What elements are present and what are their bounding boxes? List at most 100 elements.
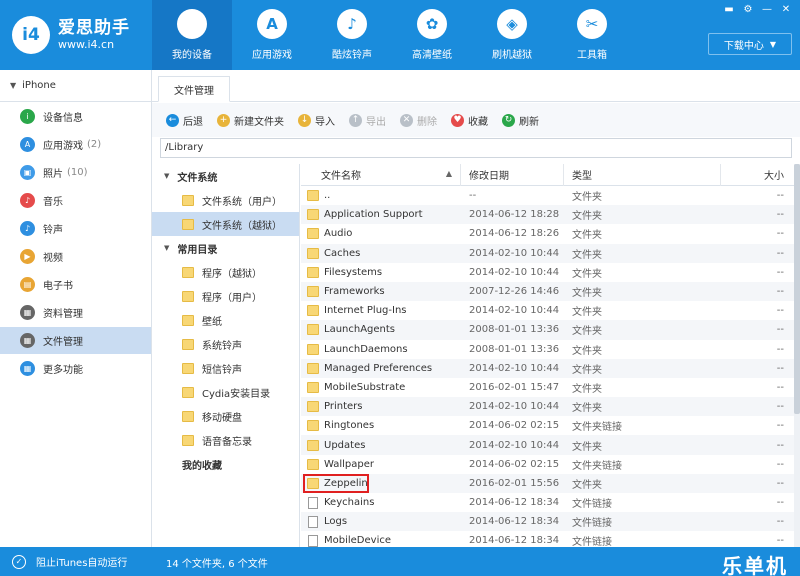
bell-icon: ♪ bbox=[20, 221, 35, 236]
cell-type: 文件链接 bbox=[572, 518, 612, 530]
table-row[interactable]: LaunchAgents 2008-01-01 13:36 文件夹 -- bbox=[301, 320, 794, 340]
nav-item-1[interactable]: A 应用游戏 bbox=[232, 0, 312, 70]
sidebar-item-7[interactable]: ▦ 资料管理 bbox=[0, 299, 151, 326]
cell-size: -- bbox=[776, 516, 784, 528]
path-input[interactable]: /Library bbox=[160, 138, 792, 158]
table-row[interactable]: Logs 2014-06-12 18:34 文件链接 -- bbox=[301, 512, 794, 532]
column-header-size[interactable]: 大小 bbox=[721, 164, 794, 186]
sidebar-item-6[interactable]: ▤ 电子书 bbox=[0, 271, 151, 298]
vertical-scrollbar[interactable] bbox=[794, 164, 800, 547]
tree-favorites[interactable]: 我的收藏 bbox=[152, 452, 299, 476]
table-row[interactable]: Keychains 2014-06-12 18:34 文件链接 -- bbox=[301, 493, 794, 512]
table-row[interactable]: Printers 2014-02-10 10:44 文件夹 -- bbox=[301, 397, 794, 417]
tree-item[interactable]: 移动硬盘 bbox=[152, 404, 299, 428]
cell-type: 文件夹 bbox=[572, 211, 602, 223]
block-itunes-toggle[interactable]: ✓ 阻止iTunes自动运行 bbox=[12, 554, 127, 569]
table-row[interactable]: Audio 2014-06-12 18:26 文件夹 -- bbox=[301, 224, 794, 243]
folder-icon bbox=[182, 362, 194, 374]
sidebar-item-0[interactable]: i 设备信息 bbox=[0, 103, 151, 130]
sidebar-item-8[interactable]: ▦ 文件管理 bbox=[0, 327, 151, 354]
folder-icon bbox=[182, 218, 194, 230]
close-icon[interactable]: ✕ bbox=[778, 3, 794, 17]
tree-item[interactable]: Cydia安装目录 bbox=[152, 380, 299, 404]
device-header[interactable]: ▼ iPhone bbox=[0, 70, 151, 102]
table-row[interactable]: LaunchDaemons 2008-01-01 13:36 文件夹 -- bbox=[301, 340, 794, 359]
tree-item[interactable]: 文件系统（用户） bbox=[152, 188, 299, 212]
sidebar-item-2[interactable]: ▣ 照片 (10) bbox=[0, 159, 151, 186]
nav-item-4[interactable]: ◈ 刷机越狱 bbox=[472, 0, 552, 70]
cell-size: -- bbox=[776, 439, 784, 451]
sidebar-item-label: 资料管理 bbox=[43, 309, 83, 320]
download-center-label: 下载中心 bbox=[723, 40, 764, 52]
cell-date: 2014-06-02 02:15 bbox=[469, 458, 560, 470]
sidebar-item-1[interactable]: A 应用游戏 (2) bbox=[0, 131, 151, 158]
folder-icon bbox=[182, 194, 194, 206]
table-row[interactable]: Updates 2014-02-10 10:44 文件夹 -- bbox=[301, 435, 794, 455]
column-header-date[interactable]: 修改日期 bbox=[461, 164, 564, 186]
nav-item-0[interactable]: 我的设备 bbox=[152, 0, 232, 70]
menu-icon[interactable]: ▬ bbox=[721, 3, 737, 17]
table-row[interactable]: Internet Plug-Ins 2014-02-10 10:44 文件夹 -- bbox=[301, 301, 794, 320]
book-icon: ▤ bbox=[20, 277, 35, 292]
tree-item[interactable]: 系统铃声 bbox=[152, 332, 299, 356]
tree-item-label: 程序（用户） bbox=[202, 292, 262, 304]
back-button[interactable]: ← 后退 bbox=[166, 113, 203, 128]
main-nav: 我的设备 A 应用游戏 ♪ 酷炫铃声 ✿ 高清壁纸 ◈ 刷机越狱 ✂ 工具箱 bbox=[152, 0, 632, 70]
column-header-label: 文件名称 bbox=[321, 171, 361, 182]
tree-item[interactable]: 语音备忘录 bbox=[152, 428, 299, 452]
tab-file-manager[interactable]: 文件管理 bbox=[158, 76, 230, 102]
import-button[interactable]: ↓ 导入 bbox=[298, 113, 335, 128]
delete-button[interactable]: ✕ 删除 bbox=[400, 113, 437, 128]
block-itunes-label: 阻止iTunes自动运行 bbox=[36, 558, 128, 569]
cell-date: 2014-02-10 10:44 bbox=[469, 247, 560, 259]
nav-item-2[interactable]: ♪ 酷炫铃声 bbox=[312, 0, 392, 70]
cell-date: 2016-02-01 15:47 bbox=[469, 381, 560, 393]
cell-name: Keychains bbox=[301, 493, 461, 512]
heart-button[interactable]: ♥ 收藏 bbox=[451, 113, 488, 128]
column-header-name[interactable]: 文件名称 ▲ bbox=[301, 164, 461, 186]
column-header-type[interactable]: 类型 bbox=[564, 164, 721, 186]
table-row[interactable]: MobileDevice 2014-06-12 18:34 文件链接 -- bbox=[301, 531, 794, 547]
sidebar-item-4[interactable]: ♪ 铃声 bbox=[0, 215, 151, 242]
sidebar-item-5[interactable]: ▶ 视频 bbox=[0, 243, 151, 270]
tree-header-common[interactable]: ▼ 常用目录 bbox=[152, 236, 299, 260]
table-row[interactable]: Ringtones 2014-06-02 02:15 文件夹链接 -- bbox=[301, 416, 794, 435]
nav-item-3[interactable]: ✿ 高清壁纸 bbox=[392, 0, 472, 70]
folder-icon bbox=[182, 314, 194, 326]
tab-strip: 文件管理 bbox=[152, 70, 800, 102]
collapse-triangle-icon: ▼ bbox=[164, 172, 170, 180]
folder-icon bbox=[307, 401, 319, 413]
download-center-button[interactable]: 下载中心 ▼ bbox=[708, 33, 792, 55]
tree-item[interactable]: 文件系统（越狱） bbox=[152, 212, 299, 236]
table-row[interactable]: Wallpaper 2014-06-02 02:15 文件夹链接 -- bbox=[301, 455, 794, 474]
tree-item[interactable]: 短信铃声 bbox=[152, 356, 299, 380]
table-row[interactable]: Application Support 2014-06-12 18:28 文件夹 -- bbox=[301, 205, 794, 225]
table-row[interactable]: MobileSubstrate 2016-02-01 15:47 文件夹 -- bbox=[301, 378, 794, 397]
settings-icon[interactable]: ⚙ bbox=[740, 3, 756, 17]
sort-ascending-icon: ▲ bbox=[445, 168, 452, 178]
sidebar-item-9[interactable]: ▦ 更多功能 bbox=[0, 355, 151, 382]
table-row[interactable]: Managed Preferences 2014-02-10 10:44 文件夹 -- bbox=[301, 358, 794, 378]
tree-item[interactable]: 程序（越狱） bbox=[152, 260, 299, 284]
minimize-icon[interactable]: — bbox=[759, 3, 775, 17]
export-button[interactable]: ↑ 导出 bbox=[349, 113, 386, 128]
table-row[interactable]: Caches 2014-02-10 10:44 文件夹 -- bbox=[301, 243, 794, 263]
new-folder-button[interactable]: + 新建文件夹 bbox=[217, 113, 284, 128]
delete-icon: ✕ bbox=[400, 113, 413, 127]
table-row[interactable]: Zeppelin 2016-02-01 15:56 文件夹 -- bbox=[301, 473, 794, 493]
refresh-button[interactable]: ↻ 刷新 bbox=[502, 113, 539, 128]
cell-type: 文件夹 bbox=[572, 249, 602, 261]
nav-item-5[interactable]: ✂ 工具箱 bbox=[552, 0, 632, 70]
table-row[interactable]: .. -- 文件夹 -- bbox=[301, 186, 794, 205]
table-row[interactable]: Frameworks 2007-12-26 14:46 文件夹 -- bbox=[301, 281, 794, 302]
file-name: Keychains bbox=[324, 497, 375, 509]
tree-header-filesystem[interactable]: ▼ 文件系统 bbox=[152, 164, 299, 188]
sidebar-item-count: (2) bbox=[87, 139, 102, 150]
tree-item[interactable]: 壁纸 bbox=[152, 308, 299, 332]
tree-item[interactable]: 程序（用户） bbox=[152, 284, 299, 308]
sidebar-item-3[interactable]: ♪ 音乐 bbox=[0, 187, 151, 214]
scrollbar-thumb[interactable] bbox=[794, 164, 800, 414]
table-row[interactable]: Filesystems 2014-02-10 10:44 文件夹 -- bbox=[301, 263, 794, 282]
cell-date: 2008-01-01 13:36 bbox=[469, 343, 560, 355]
file-name: Printers bbox=[324, 401, 363, 413]
